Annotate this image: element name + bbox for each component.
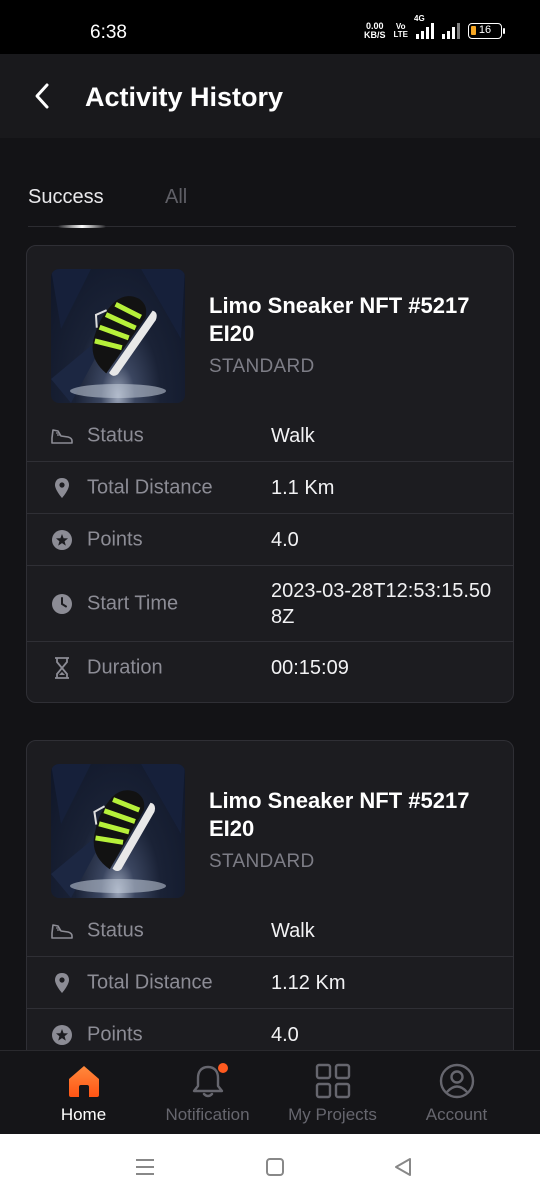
menu-icon[interactable] bbox=[132, 1154, 158, 1180]
activity-details: Status Walk Total Distance 1.1 Km Points… bbox=[27, 410, 513, 694]
battery-icon: 16 bbox=[468, 23, 505, 39]
back-triangle-icon[interactable] bbox=[390, 1154, 416, 1180]
map-pin-icon bbox=[51, 477, 73, 499]
sneaker-icon bbox=[51, 425, 73, 447]
clock-icon bbox=[51, 593, 73, 615]
hourglass-icon bbox=[51, 657, 73, 679]
nav-account[interactable]: Account bbox=[389, 1051, 524, 1135]
map-pin-icon bbox=[51, 972, 73, 994]
grid-icon bbox=[315, 1063, 351, 1099]
back-button[interactable] bbox=[26, 80, 58, 112]
activity-card[interactable]: Limo Sneaker NFT #5217 EI20 STANDARD Sta… bbox=[26, 740, 514, 1100]
system-nav-bar bbox=[0, 1134, 540, 1200]
bottom-nav: Home Notification My Projects Account bbox=[0, 1050, 540, 1134]
nft-sneaker-image bbox=[51, 269, 185, 403]
detail-row-points: Points 4.0 bbox=[27, 514, 513, 566]
signal-icon-2 bbox=[442, 23, 460, 39]
home-square-icon[interactable] bbox=[262, 1154, 288, 1180]
detail-row-status: Status Walk bbox=[27, 410, 513, 462]
nft-sneaker-image bbox=[51, 764, 185, 898]
tab-all[interactable]: All bbox=[165, 186, 187, 209]
tab-bar: Success All bbox=[28, 180, 516, 228]
points-icon bbox=[51, 529, 73, 551]
volte-icon: Vo LTE bbox=[393, 22, 408, 39]
page-title: Activity History bbox=[85, 82, 284, 112]
detail-row-start-time: Start Time 2023-03-28T12:53:15.508Z bbox=[27, 566, 513, 642]
sneaker-icon bbox=[51, 920, 73, 942]
detail-row-duration: Duration 00:15:09 bbox=[27, 642, 513, 694]
user-circle-icon bbox=[439, 1063, 475, 1099]
status-bar: 6:38 0.00 KB/S Vo LTE 4G 16 bbox=[0, 0, 540, 54]
detail-row-distance: Total Distance 1.1 Km bbox=[27, 462, 513, 514]
activity-details: Status Walk Total Distance 1.12 Km Point… bbox=[27, 905, 513, 1061]
signal-icon: 4G bbox=[414, 14, 434, 39]
nft-name: Limo Sneaker NFT #5217 EI20 bbox=[209, 293, 470, 346]
status-time: 6:38 bbox=[90, 22, 127, 43]
nav-my-projects[interactable]: My Projects bbox=[265, 1051, 400, 1135]
status-icons: 0.00 KB/S Vo LTE 4G 16 bbox=[363, 14, 505, 40]
activity-card[interactable]: Limo Sneaker NFT #5217 EI20 STANDARD Sta… bbox=[26, 245, 514, 703]
bell-icon bbox=[190, 1063, 228, 1099]
nft-grade: STANDARD bbox=[209, 851, 315, 872]
app-header: Activity History bbox=[0, 54, 540, 138]
detail-row-distance: Total Distance 1.12 Km bbox=[27, 957, 513, 1009]
tab-indicator bbox=[58, 225, 106, 228]
tab-success[interactable]: Success bbox=[28, 186, 104, 209]
points-icon bbox=[51, 1024, 73, 1046]
chevron-left-icon bbox=[35, 83, 49, 109]
notification-badge bbox=[217, 1063, 228, 1073]
nft-grade: STANDARD bbox=[209, 356, 315, 377]
detail-row-status: Status Walk bbox=[27, 905, 513, 957]
home-icon bbox=[66, 1063, 102, 1099]
nft-name: Limo Sneaker NFT #5217 EI20 bbox=[209, 788, 470, 841]
network-speed: 0.00 KB/S bbox=[363, 21, 386, 40]
nav-home[interactable]: Home bbox=[16, 1051, 151, 1135]
nav-notification[interactable]: Notification bbox=[140, 1051, 275, 1135]
